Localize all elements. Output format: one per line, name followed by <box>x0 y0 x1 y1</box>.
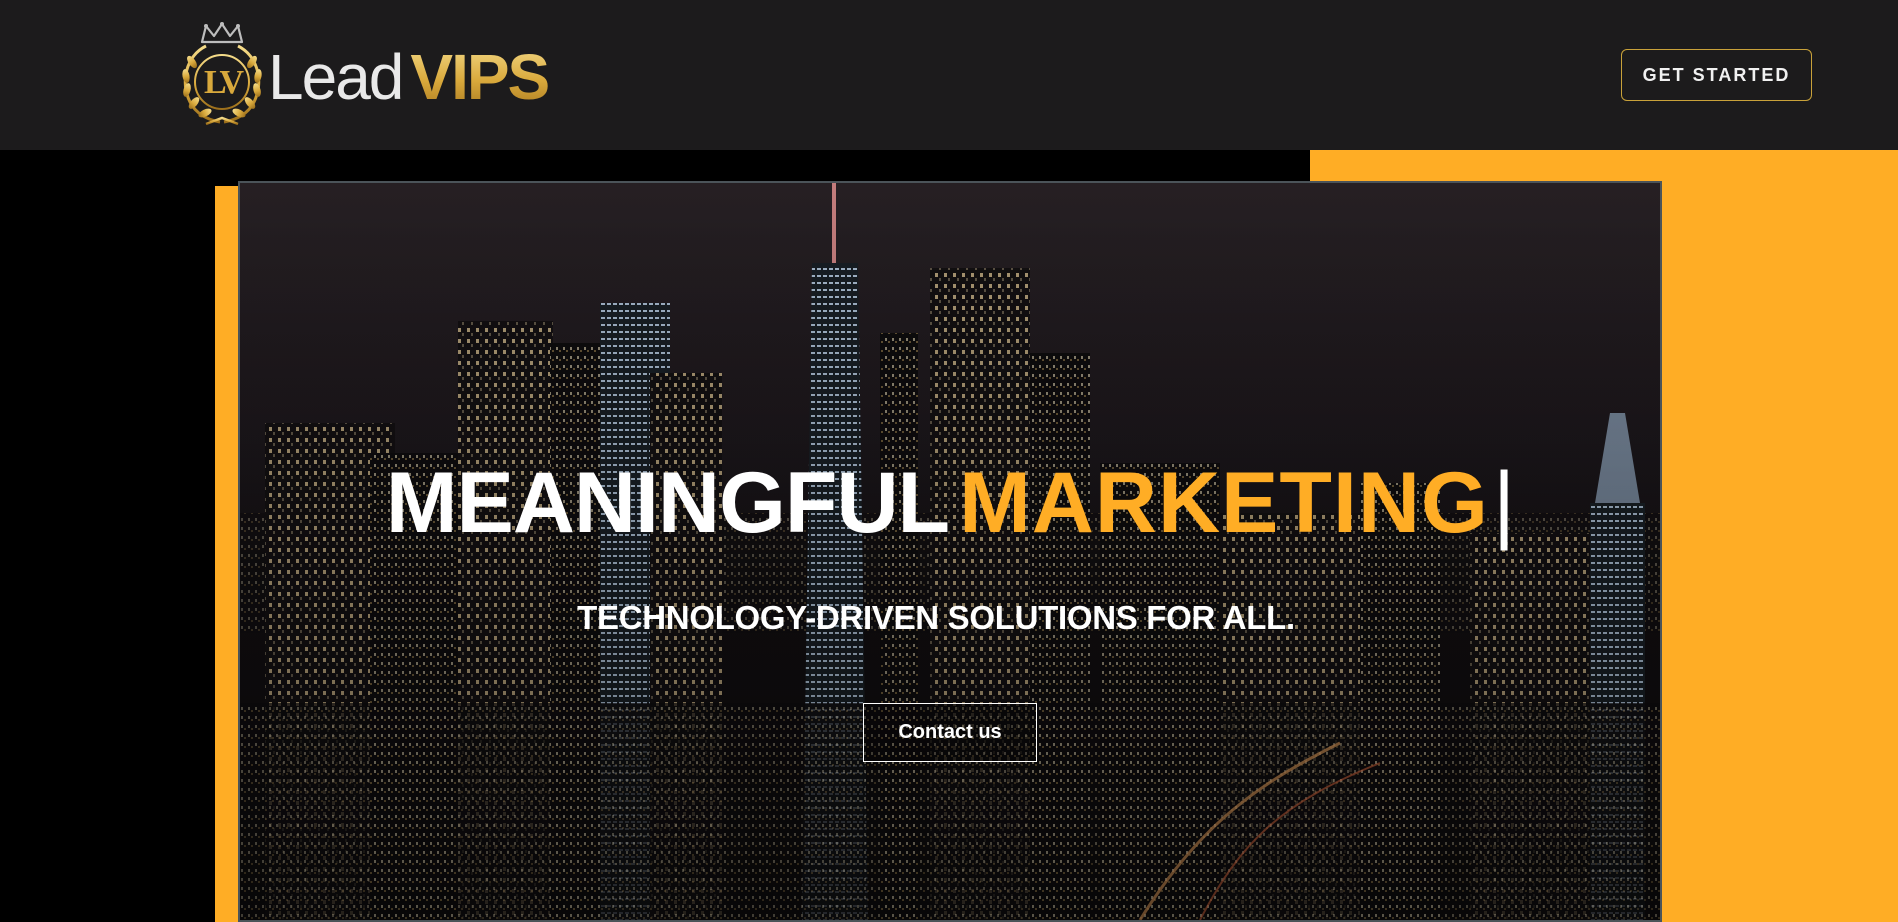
hero-section: MEANINGFUL MARKETING| TECHNOLOGY-DRIVEN S… <box>238 181 1662 922</box>
logo-word-lead: Lead <box>268 41 404 113</box>
hero-subheadline: TECHNOLOGY-DRIVEN SOLUTIONS FOR ALL. <box>577 599 1295 636</box>
logo-word-vips: VIPS <box>410 41 550 113</box>
hero-headline: MEANINGFUL MARKETING| <box>240 453 1660 553</box>
headline-primary: MEANINGFUL <box>385 455 950 551</box>
logo-wordmark: Lead VIPS <box>268 41 550 113</box>
typing-caret: | <box>1492 455 1515 551</box>
site-header: LV Lead VIPS GET STARTED <box>0 0 1898 150</box>
contact-us-button[interactable]: Contact us <box>863 703 1037 762</box>
logo-link[interactable]: LV Lead VIPS <box>176 22 556 128</box>
logo-monogram: LV <box>203 64 244 101</box>
accent-bar-left <box>215 186 239 922</box>
headline-accent: MARKETING <box>959 455 1489 551</box>
get-started-button[interactable]: GET STARTED <box>1621 49 1812 101</box>
